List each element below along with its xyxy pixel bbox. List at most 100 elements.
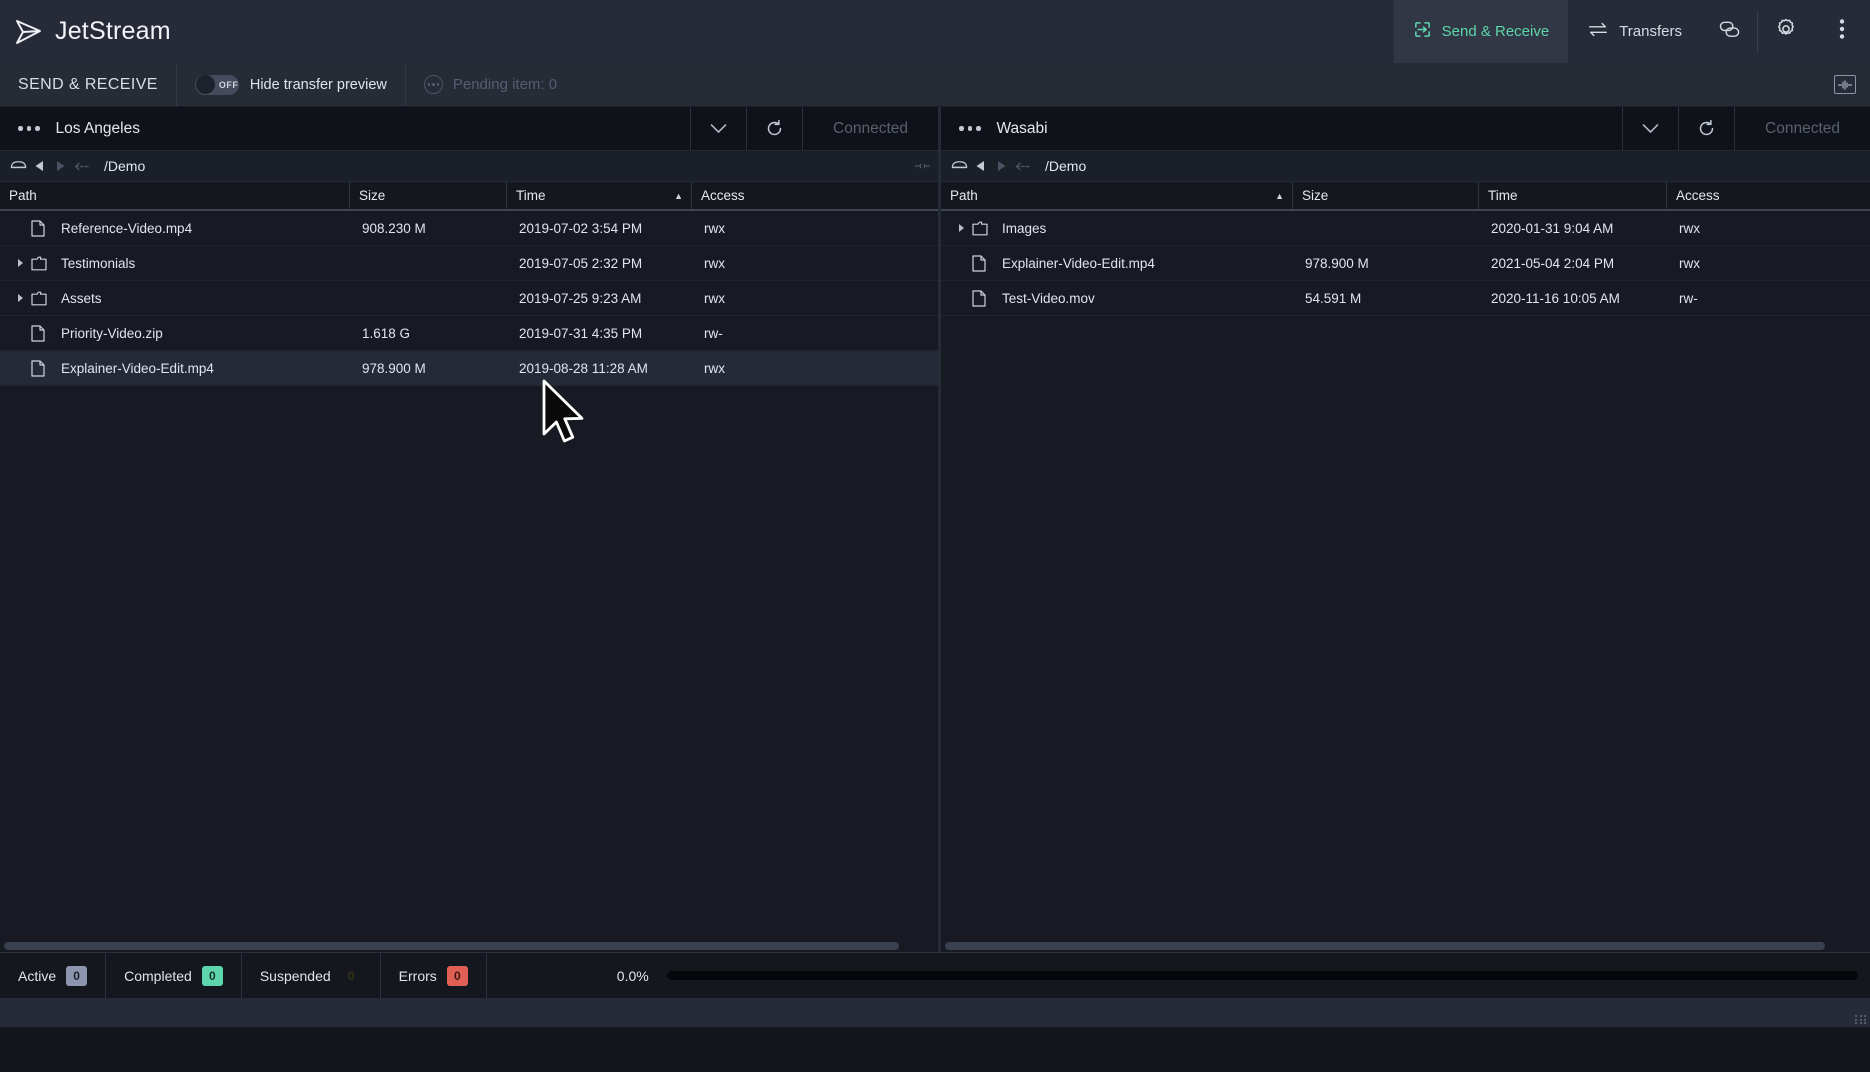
table-row[interactable]: Explainer-Video-Edit.mp4 978.900 M 2021-05… [941, 246, 1870, 281]
row-path-cell[interactable]: Reference-Video.mp4 [0, 211, 350, 245]
status-suspended[interactable]: Suspended 0 [242, 953, 381, 998]
row-path-cell[interactable]: Explainer-Video-Edit.mp4 [941, 246, 1293, 280]
row-name-label: Explainer-Video-Edit.mp4 [1002, 255, 1155, 271]
nav-overflow-menu-button[interactable] [1814, 0, 1870, 63]
sub-toolbar-right [1834, 75, 1870, 94]
panel-right-up-level-icon[interactable] [1012, 151, 1033, 181]
nav-send-receive[interactable]: Send & Receive [1393, 0, 1569, 63]
row-time-cell: 2020-01-31 9:04 AM [1491, 220, 1614, 236]
overall-progress: 0.0% [487, 953, 1870, 998]
status-completed[interactable]: Completed 0 [106, 953, 242, 998]
row-access-cell: rwx [704, 290, 725, 306]
progress-percent-label: 0.0% [616, 967, 649, 984]
app-title: JetStream [55, 17, 171, 45]
panel-left-col-path[interactable]: Path [0, 182, 350, 209]
panel-right-horizontal-scrollbar[interactable] [941, 939, 1870, 952]
table-row[interactable]: Testimonials 2019-07-05 2:32 PM rwx [0, 246, 938, 281]
toggle-state-label: OFF [218, 79, 239, 90]
row-access-cell: rwx [704, 220, 725, 236]
row-path-cell[interactable]: Priority-Video.zip [0, 316, 350, 350]
panel-left-scroll-thumb[interactable] [4, 941, 899, 950]
row-access-cell: rwx [704, 360, 725, 376]
row-name-label: Images [1002, 220, 1047, 236]
table-row[interactable]: Reference-Video.mp4 908.230 M 2019-07-02 3… [0, 211, 938, 246]
panel-left-path-bar: /Demo [0, 151, 938, 182]
panel-left-horizontal-scrollbar[interactable] [0, 939, 938, 952]
transfer-preview-panel-icon[interactable] [1834, 75, 1856, 94]
link-icon [1718, 19, 1741, 45]
panel-right-drive-icon[interactable] [949, 151, 970, 181]
folder-icon [972, 221, 1002, 236]
send-receive-icon [1413, 20, 1432, 43]
expand-triangle-icon[interactable] [950, 224, 972, 232]
table-row[interactable]: Priority-Video.zip 1.618 G 2019-07-31 4:35… [0, 316, 938, 351]
panel-right-col-time[interactable]: Time [1479, 182, 1667, 209]
panel-left-chevron-down-icon[interactable] [690, 107, 746, 150]
panel-left-file-list: Reference-Video.mp4 908.230 M 2019-07-02 3… [0, 211, 938, 939]
panel-left-col-access-label: Access [701, 188, 745, 203]
nav-settings-button[interactable] [1758, 0, 1814, 63]
row-name-label: Assets [61, 290, 102, 306]
panel-right-col-size[interactable]: Size [1293, 182, 1479, 209]
file-icon [972, 254, 1002, 272]
row-time-cell: 2019-08-28 11:28 AM [519, 360, 648, 376]
table-row[interactable]: Assets 2019-07-25 9:23 AM rwx [0, 281, 938, 316]
row-path-cell[interactable]: Testimonials [0, 246, 350, 280]
row-name-label: Explainer-Video-Edit.mp4 [61, 360, 214, 376]
table-row[interactable]: Explainer-Video-Edit.mp4 978.900 M 2019-08… [0, 351, 938, 386]
nav-transfers[interactable]: Transfers [1568, 0, 1701, 63]
panel-right-chevron-down-icon[interactable] [1622, 107, 1678, 150]
expand-triangle-icon[interactable] [9, 294, 31, 302]
window-resize-grip[interactable] [1855, 1015, 1867, 1024]
panel-right-col-path[interactable]: Path ▲ [941, 182, 1293, 209]
hide-transfer-preview-toggle[interactable]: OFF [194, 74, 239, 95]
panel-left-col-time[interactable]: Time ▲ [507, 182, 692, 209]
row-access-cell: rwx [704, 255, 725, 271]
row-time-cell: 2019-07-25 9:23 AM [519, 290, 642, 306]
panel-left-col-size[interactable]: Size [350, 182, 507, 209]
window-footer [0, 998, 1870, 1027]
row-path-cell[interactable]: Explainer-Video-Edit.mp4 [0, 351, 350, 385]
row-time-cell: 2019-07-31 4:35 PM [519, 325, 643, 341]
status-errors[interactable]: Errors 0 [381, 953, 487, 998]
row-size-cell: 908.230 M [362, 220, 426, 236]
panel-left-drive-icon[interactable] [8, 151, 29, 181]
table-row[interactable]: Test-Video.mov 54.591 M 2020-11-16 10:05 A… [941, 281, 1870, 316]
status-label: Suspended [259, 967, 331, 984]
row-access-cell: rwx [1679, 220, 1700, 236]
panel-left-path-grip[interactable] [915, 163, 938, 169]
panel-left-more-horizontal-icon[interactable] [0, 126, 56, 131]
folder-icon [31, 256, 61, 271]
panel-right-col-access[interactable]: Access [1667, 182, 1870, 209]
panel-left-title: Los Angeles [55, 119, 140, 137]
panel-left-col-access[interactable]: Access [692, 182, 938, 209]
panel-right-more-horizontal-icon[interactable] [941, 126, 997, 131]
panel-right-refresh-icon[interactable] [1678, 107, 1734, 150]
panel-right-col-time-label: Time [1488, 188, 1518, 203]
panel-left-up-level-icon[interactable] [71, 151, 92, 181]
pending-dots-icon [423, 75, 443, 94]
row-name-label: Reference-Video.mp4 [61, 220, 193, 236]
panel-left-forward-arrow-icon[interactable] [50, 151, 71, 181]
panel-left-back-arrow-icon[interactable] [29, 151, 50, 181]
progress-bar-track [666, 971, 1858, 980]
panel-right-back-arrow-icon[interactable] [970, 151, 991, 181]
row-size-cell: 54.591 M [1305, 290, 1362, 306]
folder-icon [31, 291, 61, 306]
row-path-cell[interactable]: Test-Video.mov [941, 281, 1293, 315]
panel-right-current-path[interactable]: /Demo [1045, 158, 1086, 174]
nav-link-button[interactable] [1701, 0, 1757, 63]
panel-left-current-path[interactable]: /Demo [104, 158, 145, 174]
panel-left-col-time-sort-ascending-icon: ▲ [674, 190, 683, 201]
panel-left-refresh-icon[interactable] [746, 107, 802, 150]
status-active[interactable]: Active 0 [0, 953, 107, 998]
panel-right-file-list: Images 2020-01-31 9:04 AM rwx Explainer-Vid… [941, 211, 1870, 939]
expand-triangle-icon[interactable] [9, 259, 31, 267]
row-path-cell[interactable]: Images [941, 211, 1293, 245]
row-size-cell: 978.900 M [1305, 255, 1369, 271]
row-path-cell[interactable]: Assets [0, 281, 350, 315]
row-time-cell: 2020-11-16 10:05 AM [1491, 290, 1620, 306]
table-row[interactable]: Images 2020-01-31 9:04 AM rwx [941, 211, 1870, 246]
panel-right-forward-arrow-icon[interactable] [991, 151, 1012, 181]
panel-right-scroll-thumb[interactable] [945, 941, 1825, 950]
